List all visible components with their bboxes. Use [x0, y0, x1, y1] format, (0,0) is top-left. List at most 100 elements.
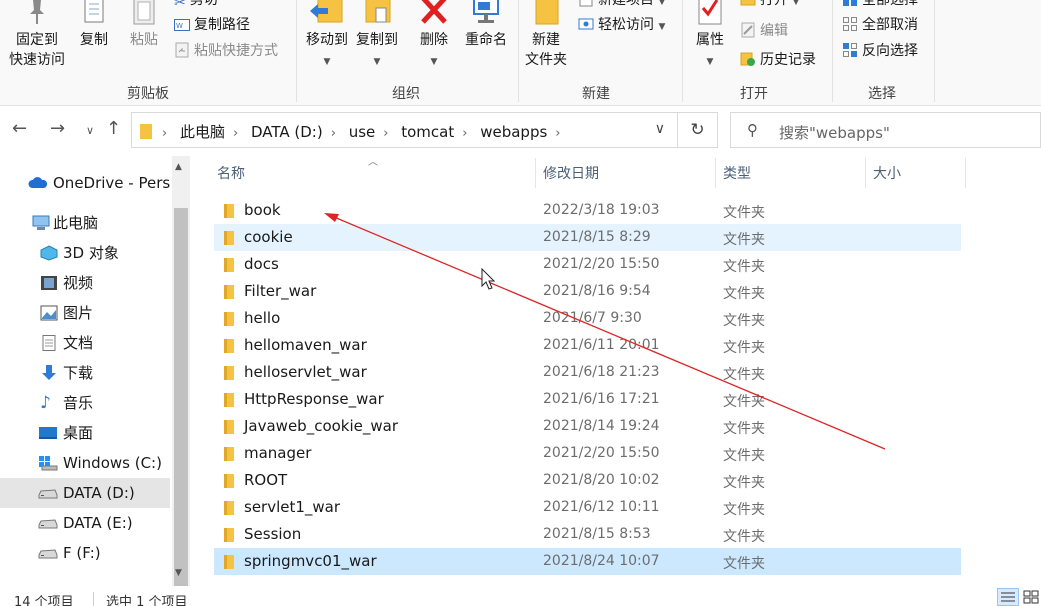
folder-icon: [224, 312, 234, 326]
nav-item-data-d[interactable]: DATA (D:): [0, 478, 170, 508]
refresh-icon: ↻: [690, 120, 705, 140]
file-row[interactable]: hellomaven_war 2021/6/11 20:01 文件夹: [214, 332, 961, 359]
pin-to-quick-access-button[interactable]: 固定到 快速访问: [6, 0, 68, 70]
select-all-button[interactable]: 全部选择: [842, 0, 918, 12]
delete-button[interactable]: 删除 ▼: [414, 0, 454, 72]
file-type: 文件夹: [723, 205, 765, 221]
status-bar: 14 个项目 选中 1 个项目: [0, 586, 1041, 606]
open-button[interactable]: 打开 ▼: [740, 0, 799, 12]
column-header-date[interactable]: 修改日期: [543, 163, 599, 183]
file-type: 文件夹: [723, 286, 765, 302]
file-row[interactable]: book 2022/3/18 19:03 文件夹: [214, 197, 961, 224]
file-row[interactable]: springmvc01_war 2021/8/24 10:07 文件夹: [214, 548, 961, 575]
column-divider[interactable]: [715, 158, 716, 188]
column-header-type[interactable]: 类型: [723, 163, 751, 183]
nav-item-pictures[interactable]: 图片: [0, 298, 170, 328]
rename-button[interactable]: 重命名: [458, 0, 514, 50]
column-header-size[interactable]: 大小: [873, 163, 901, 183]
breadcrumb-this-pc[interactable]: 此电脑: [180, 123, 225, 141]
file-row[interactable]: Session 2021/8/15 8:53 文件夹: [214, 521, 961, 548]
nav-item-downloads[interactable]: 下载: [0, 358, 170, 388]
nav-item-onedrive[interactable]: OneDrive - Perso: [0, 168, 170, 198]
address-dropdown-icon[interactable]: ∨: [655, 121, 665, 137]
ribbon-separator: [682, 0, 683, 102]
column-divider[interactable]: [865, 158, 866, 188]
large-icons-view-button[interactable]: [1021, 588, 1041, 606]
paste-shortcut-button[interactable]: 粘贴快捷方式: [174, 42, 278, 63]
scroll-up-icon[interactable]: ▲: [175, 162, 182, 172]
nav-item-music[interactable]: ♪ 音乐: [0, 388, 170, 418]
up-arrow-icon[interactable]: ↑: [106, 118, 121, 139]
file-type: 文件夹: [723, 259, 765, 275]
move-to-button[interactable]: 移动到 ▼: [302, 0, 352, 72]
nav-item-f[interactable]: F (F:): [0, 538, 170, 568]
ribbon-separator: [518, 0, 519, 102]
forward-arrow-icon[interactable]: →: [50, 118, 65, 139]
file-row[interactable]: HttpResponse_war 2021/6/16 17:21 文件夹: [214, 386, 961, 413]
properties-label: 属性: [696, 32, 724, 48]
new-item-button[interactable]: 新建项目 ▼: [578, 0, 665, 12]
details-view-button[interactable]: [997, 588, 1019, 606]
copy-to-button[interactable]: 复制到 ▼: [352, 0, 402, 72]
ribbon-separator: [832, 0, 833, 102]
copy-button[interactable]: 复制: [74, 0, 114, 50]
nav-item-windows-c[interactable]: Windows (C:): [0, 448, 170, 478]
refresh-button[interactable]: ↻: [678, 112, 718, 148]
file-row[interactable]: ROOT 2021/8/20 10:02 文件夹: [214, 467, 961, 494]
column-divider[interactable]: [535, 158, 536, 188]
select-all-label: 全部选择: [862, 0, 918, 8]
file-row[interactable]: hello 2021/6/7 9:30 文件夹: [214, 305, 961, 332]
paste-shortcut-label: 粘贴快捷方式: [194, 43, 278, 59]
scrollbar-thumb[interactable]: [174, 208, 188, 588]
back-arrow-icon[interactable]: ←: [12, 118, 27, 139]
nav-item-3d-objects[interactable]: 3D 对象: [0, 238, 170, 268]
file-row[interactable]: docs 2021/2/20 15:50 文件夹: [214, 251, 961, 278]
select-none-button[interactable]: 全部取消: [842, 16, 918, 37]
copy-path-button[interactable]: W 复制路径: [174, 16, 250, 37]
file-type: 文件夹: [723, 367, 765, 383]
scroll-down-icon[interactable]: ▼: [175, 568, 182, 578]
invert-selection-button[interactable]: 反向选择: [842, 42, 918, 63]
file-row[interactable]: Filter_war 2021/8/16 9:54 文件夹: [214, 278, 961, 305]
new-folder-button[interactable]: 新建 文件夹: [522, 0, 570, 70]
breadcrumb-use[interactable]: use: [349, 123, 376, 141]
breadcrumb-data-d[interactable]: DATA (D:): [251, 123, 323, 141]
nav-item-data-e[interactable]: DATA (E:): [0, 508, 170, 538]
properties-button[interactable]: 属性 ▼: [688, 0, 732, 72]
edit-button[interactable]: 编辑: [740, 22, 788, 43]
navigation-scrollbar[interactable]: ▲ ▼: [172, 156, 190, 588]
paste-button[interactable]: 粘贴: [124, 0, 164, 50]
download-icon: [42, 365, 56, 380]
large-icons-view-icon: [1023, 590, 1039, 604]
recent-locations-chevron-icon[interactable]: ∨: [86, 124, 94, 137]
paste-label: 粘贴: [130, 32, 158, 48]
cut-button[interactable]: ✂ 剪切: [174, 0, 218, 12]
easy-access-button[interactable]: 轻松访问 ▼: [578, 16, 665, 37]
breadcrumb-tomcat[interactable]: tomcat: [401, 123, 454, 141]
search-box[interactable]: ⚲ 搜索"webapps": [730, 112, 1041, 148]
file-row[interactable]: servlet1_war 2021/6/12 10:11 文件夹: [214, 494, 961, 521]
file-modified-date: 2021/8/20 10:02: [543, 472, 660, 488]
column-divider[interactable]: [965, 158, 966, 188]
easy-access-label: 轻松访问: [598, 17, 654, 33]
file-row[interactable]: cookie 2021/8/15 8:29 文件夹: [214, 224, 961, 251]
nav-item-documents[interactable]: 文档: [0, 328, 170, 358]
search-placeholder: 搜索"webapps": [779, 124, 890, 142]
nav-item-label: DATA (D:): [63, 484, 135, 502]
folder-icon: [224, 339, 234, 353]
file-row[interactable]: manager 2021/2/20 15:50 文件夹: [214, 440, 961, 467]
file-row[interactable]: helloservlet_war 2021/6/18 21:23 文件夹: [214, 359, 961, 386]
breadcrumb-webapps[interactable]: webapps: [480, 123, 547, 141]
file-name: hellomaven_war: [244, 336, 367, 354]
file-type: 文件夹: [723, 232, 765, 248]
column-header-name[interactable]: 名称: [217, 163, 245, 183]
desktop-icon: [39, 427, 57, 439]
nav-item-this-pc[interactable]: 此电脑: [0, 208, 170, 238]
history-button[interactable]: 历史记录: [740, 51, 816, 72]
address-bar[interactable]: › 此电脑 › DATA (D:) › use › tomcat › webapps › …: [131, 112, 678, 148]
nav-item-videos[interactable]: 视频: [0, 268, 170, 298]
pin-label-line1: 固定到: [16, 32, 58, 48]
breadcrumb: › 此电脑 › DATA (D:) › use › tomcat › webapps ›: [140, 121, 569, 142]
nav-item-desktop[interactable]: 桌面: [0, 418, 170, 448]
file-row[interactable]: Javaweb_cookie_war 2021/8/14 19:24 文件夹: [214, 413, 961, 440]
